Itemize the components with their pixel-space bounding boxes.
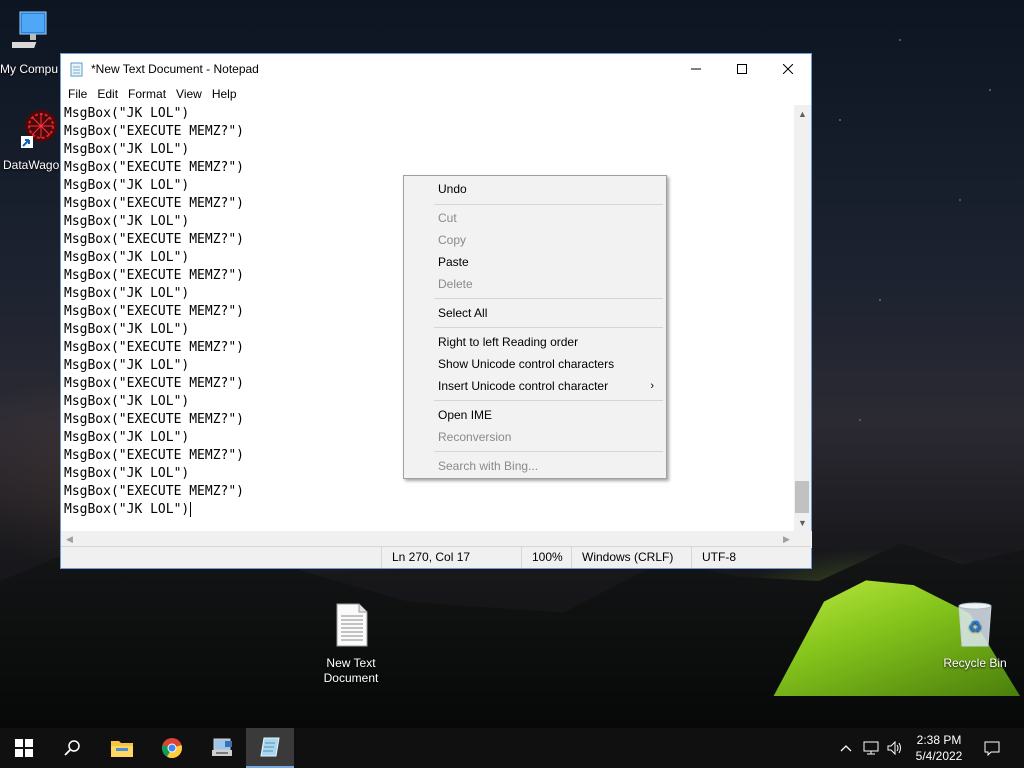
vertical-scroll-thumb[interactable]: [795, 481, 809, 513]
editor-line: MsgBox("JK LOL"): [64, 106, 190, 121]
menu-item-open-ime[interactable]: Open IME: [438, 404, 492, 426]
menu-item-label: Insert Unicode control character: [438, 379, 609, 393]
editor-line: MsgBox("EXECUTE MEMZ?"): [64, 484, 245, 499]
network-icon: [863, 741, 879, 755]
menu-item-reconversion[interactable]: Reconversion: [438, 426, 511, 448]
datawago-icon: [14, 106, 64, 154]
menu-item-show-unicode[interactable]: Show Unicode control characters: [438, 353, 614, 375]
taskbar-notepad[interactable]: [246, 728, 294, 768]
menu-item-copy[interactable]: Copy: [438, 229, 466, 251]
menu-help[interactable]: Help: [207, 87, 242, 101]
text-caret: [190, 502, 192, 517]
volume-icon: [887, 741, 901, 755]
svg-text:♻: ♻: [968, 617, 982, 636]
menu-bar: File Edit Format View Help: [61, 84, 811, 104]
scroll-down-arrow-icon[interactable]: ▼: [794, 514, 811, 531]
computer-icon: [0, 10, 64, 58]
maximize-icon: [737, 64, 747, 74]
search-button[interactable]: [48, 728, 96, 768]
notepad-icon: [69, 61, 85, 77]
windows-start-icon: [15, 739, 33, 757]
minimize-button[interactable]: [673, 54, 719, 84]
vertical-scrollbar[interactable]: ▲ ▼: [794, 105, 811, 531]
menu-item-rtl-reading-order[interactable]: Right to left Reading order: [438, 331, 578, 353]
menu-separator: [434, 327, 663, 328]
chrome-icon: [162, 738, 182, 759]
maximize-button[interactable]: [719, 54, 765, 84]
close-icon: [783, 64, 793, 74]
status-bar: Ln 270, Col 17 100% Windows (CRLF) UTF-8: [61, 546, 811, 568]
editor-line: MsgBox("JK LOL"): [64, 502, 192, 517]
volume-tray-button[interactable]: [884, 728, 906, 768]
menu-separator: [434, 204, 663, 205]
taskbar-network-app[interactable]: [198, 728, 246, 768]
menu-item-select-all[interactable]: Select All: [438, 302, 487, 324]
file-explorer-icon: [111, 741, 133, 757]
recycle-bin-icon: ♻: [935, 602, 1015, 652]
menu-item-undo[interactable]: Undo: [438, 178, 467, 200]
notepad-icon: [260, 737, 280, 757]
menu-item-insert-unicode[interactable]: Insert Unicode control character ›: [438, 375, 664, 397]
start-button[interactable]: [0, 728, 48, 768]
menu-item-delete[interactable]: Delete: [438, 273, 473, 295]
status-cursor-position: Ln 270, Col 17: [381, 547, 521, 568]
desktop-icon-label: My Compu: [0, 62, 59, 76]
menu-file[interactable]: File: [63, 87, 92, 101]
editor-line: MsgBox("JK LOL"): [64, 142, 190, 157]
desktop-icon-label: DataWago: [3, 158, 60, 172]
context-menu: Undo Cut Copy Paste Delete Select All Ri…: [403, 175, 667, 479]
menu-item-search-bing[interactable]: Search with Bing...: [438, 455, 538, 477]
search-icon: [64, 740, 80, 756]
network-tray-button[interactable]: [860, 728, 882, 768]
menu-separator: [434, 298, 663, 299]
scroll-up-arrow-icon[interactable]: ▲: [794, 105, 811, 122]
chevron-up-icon: [840, 745, 852, 752]
taskbar-chrome[interactable]: [148, 728, 196, 768]
menu-separator: [434, 451, 663, 452]
desktop-icon-new-text-document[interactable]: New Text Document: [311, 602, 391, 686]
close-button[interactable]: [765, 54, 811, 84]
desktop-icon-label: Recycle Bin: [943, 656, 1007, 670]
title-bar[interactable]: *New Text Document - Notepad: [61, 54, 811, 84]
notification-icon: [984, 741, 1000, 756]
desktop-icon-my-computer[interactable]: My Compu: [0, 10, 64, 77]
status-encoding: UTF-8: [691, 547, 811, 568]
menu-item-cut[interactable]: Cut: [438, 207, 457, 229]
status-zoom: 100%: [521, 547, 576, 568]
menu-edit[interactable]: Edit: [92, 87, 123, 101]
notifications-button[interactable]: [976, 728, 1008, 768]
clock-time: 2:38 PM: [916, 733, 962, 747]
submenu-arrow-icon: ›: [650, 380, 654, 392]
status-line-ending: Windows (CRLF): [571, 547, 691, 568]
minimize-icon: [691, 68, 701, 70]
taskbar: 2:38 PM 5/4/2022: [0, 728, 1024, 768]
show-hidden-icons-button[interactable]: [836, 728, 856, 768]
taskbar-file-explorer[interactable]: [98, 728, 146, 768]
desktop-icon-recycle-bin[interactable]: ♻ Recycle Bin: [935, 602, 1015, 671]
clock-date: 5/4/2022: [915, 749, 963, 763]
menu-item-paste[interactable]: Paste: [438, 251, 469, 273]
menu-format[interactable]: Format: [123, 87, 171, 101]
window-title: *New Text Document - Notepad: [91, 62, 259, 76]
network-app-icon: [212, 738, 232, 756]
menu-separator: [434, 400, 663, 401]
desktop-icon-datawago[interactable]: DataWago: [0, 106, 64, 173]
desktop-icon-label: New Text Document: [323, 656, 379, 685]
editor-line: MsgBox("EXECUTE MEMZ?"): [64, 124, 245, 139]
menu-view[interactable]: View: [171, 87, 207, 101]
clock-button[interactable]: 2:38 PM 5/4/2022: [908, 728, 970, 768]
text-document-icon: [311, 602, 391, 652]
